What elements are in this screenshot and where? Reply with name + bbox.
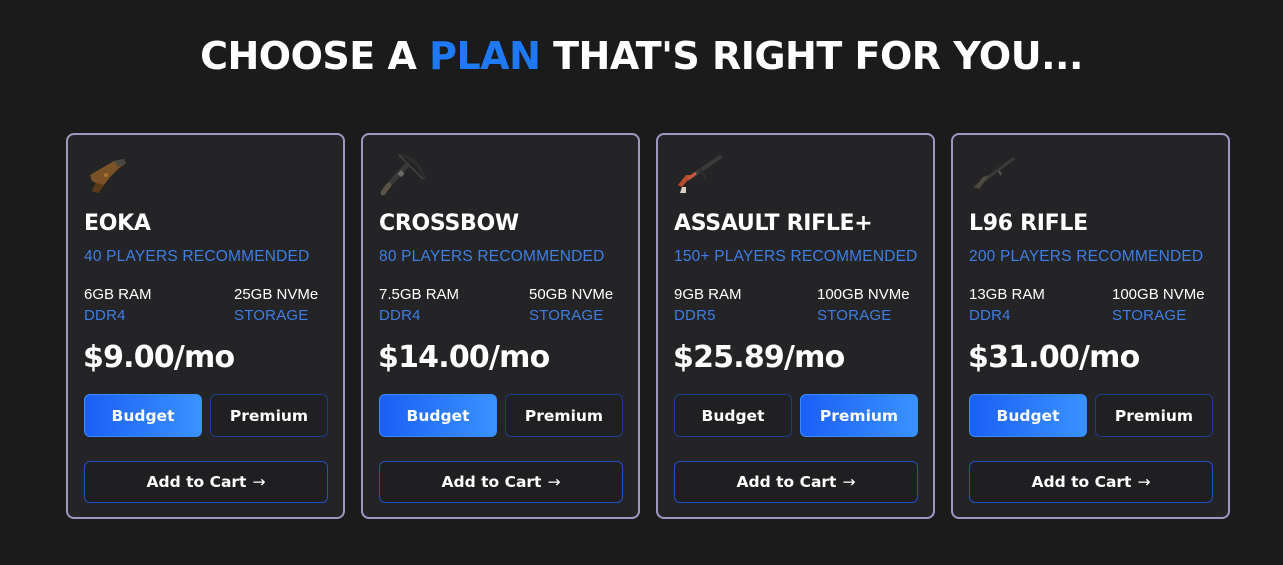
ram-spec: 9GB RAM DDR5 <box>674 286 742 325</box>
plan-price: $25.89/mo <box>673 340 845 375</box>
add-to-cart-button[interactable]: Add to Cart → <box>969 461 1213 503</box>
ram-spec: 7.5GB RAM DDR4 <box>379 286 459 325</box>
storage-spec: 50GB NVMe STORAGE <box>529 286 613 325</box>
arrow-right-icon: → <box>1137 473 1151 491</box>
add-to-cart-label: Add to Cart <box>736 473 837 491</box>
storage-label: STORAGE <box>1112 307 1187 324</box>
arrow-right-icon: → <box>842 473 856 491</box>
storage-label: STORAGE <box>529 307 604 324</box>
plan-price: $14.00/mo <box>378 340 550 375</box>
storage-value: 100GB NVMe <box>1112 286 1205 303</box>
plan-name: L96 RIFLE <box>969 211 1088 236</box>
ram-type: DDR4 <box>84 307 126 324</box>
plan-card-assault-rifle: ASSAULT RIFLE+ 150+ PLAYERS RECOMMENDED … <box>656 133 935 519</box>
add-to-cart-button[interactable]: Add to Cart → <box>84 461 328 503</box>
plan-name: EOKA <box>84 211 151 236</box>
plan-cards: EOKA 40 PLAYERS RECOMMENDED 6GB RAM DDR4… <box>66 133 1230 519</box>
ram-type: DDR4 <box>379 307 421 324</box>
storage-value: 50GB NVMe <box>529 286 614 303</box>
budget-button[interactable]: Budget <box>969 394 1087 437</box>
add-to-cart-label: Add to Cart <box>146 473 247 491</box>
budget-button[interactable]: Budget <box>84 394 202 437</box>
pistol-icon <box>84 153 132 197</box>
storage-spec: 25GB NVMe STORAGE <box>234 286 318 325</box>
plan-name: ASSAULT RIFLE+ <box>674 211 873 236</box>
arrow-right-icon: → <box>547 473 561 491</box>
ram-value: 9GB RAM <box>674 286 742 303</box>
title-accent: PLAN <box>429 34 541 78</box>
budget-button[interactable]: Budget <box>379 394 497 437</box>
crossbow-icon <box>379 153 427 197</box>
sniper-rifle-icon <box>969 153 1017 197</box>
title-prefix: CHOOSE A <box>200 34 430 78</box>
plan-price: $9.00/mo <box>83 340 235 375</box>
arrow-right-icon: → <box>252 473 266 491</box>
ram-spec: 13GB RAM DDR4 <box>969 286 1045 325</box>
plan-name: CROSSBOW <box>379 211 519 236</box>
add-to-cart-button[interactable]: Add to Cart → <box>379 461 623 503</box>
plan-card-eoka: EOKA 40 PLAYERS RECOMMENDED 6GB RAM DDR4… <box>66 133 345 519</box>
premium-button[interactable]: Premium <box>1095 394 1213 437</box>
players-recommended: 40 PLAYERS RECOMMENDED <box>84 248 310 265</box>
ram-value: 6GB RAM <box>84 286 152 303</box>
storage-label: STORAGE <box>234 307 309 324</box>
ram-value: 7.5GB RAM <box>379 286 460 303</box>
ram-spec: 6GB RAM DDR4 <box>84 286 152 325</box>
ram-type: DDR5 <box>674 307 716 324</box>
page-title: CHOOSE A PLAN THAT'S RIGHT FOR YOU... <box>0 34 1283 78</box>
premium-button[interactable]: Premium <box>505 394 623 437</box>
storage-value: 25GB NVMe <box>234 286 319 303</box>
plan-card-l96-rifle: L96 RIFLE 200 PLAYERS RECOMMENDED 13GB R… <box>951 133 1230 519</box>
assault-rifle-icon <box>674 153 722 197</box>
plan-price: $31.00/mo <box>968 340 1140 375</box>
ram-value: 13GB RAM <box>969 286 1045 303</box>
add-to-cart-label: Add to Cart <box>1031 473 1132 491</box>
add-to-cart-label: Add to Cart <box>441 473 542 491</box>
storage-value: 100GB NVMe <box>817 286 910 303</box>
storage-spec: 100GB NVMe STORAGE <box>1112 286 1205 325</box>
add-to-cart-button[interactable]: Add to Cart → <box>674 461 918 503</box>
ram-type: DDR4 <box>969 307 1011 324</box>
premium-button[interactable]: Premium <box>800 394 918 437</box>
storage-label: STORAGE <box>817 307 892 324</box>
premium-button[interactable]: Premium <box>210 394 328 437</box>
plan-card-crossbow: CROSSBOW 80 PLAYERS RECOMMENDED 7.5GB RA… <box>361 133 640 519</box>
players-recommended: 200 PLAYERS RECOMMENDED <box>969 248 1204 265</box>
title-suffix: THAT'S RIGHT FOR YOU... <box>540 34 1083 78</box>
budget-button[interactable]: Budget <box>674 394 792 437</box>
players-recommended: 80 PLAYERS RECOMMENDED <box>379 248 605 265</box>
storage-spec: 100GB NVMe STORAGE <box>817 286 910 325</box>
players-recommended: 150+ PLAYERS RECOMMENDED <box>674 248 918 265</box>
